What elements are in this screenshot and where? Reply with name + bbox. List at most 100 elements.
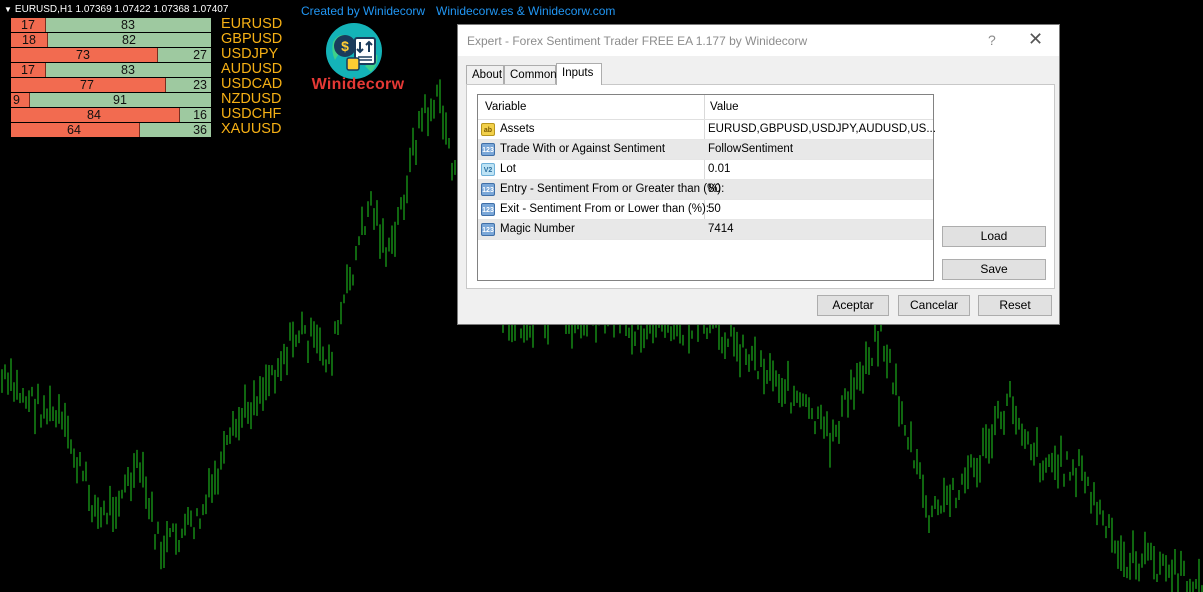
- sentiment-row: 17 83 AUDUSD: [11, 62, 282, 78]
- input-name: Lot: [500, 163, 516, 175]
- sentiment-row: 77 23 USDCAD: [11, 77, 282, 93]
- input-name: Entry - Sentiment From or Greater than (…: [500, 183, 725, 195]
- symbol-price-text: EURUSD,H1 1.07369 1.07422 1.07368 1.0740…: [14, 4, 229, 15]
- long-percent: 27: [193, 48, 207, 62]
- input-name: Assets: [500, 123, 535, 135]
- long-percent: 83: [121, 18, 135, 32]
- dialog-titlebar[interactable]: Expert - Forex Sentiment Trader FREE EA …: [458, 25, 1059, 56]
- long-bar: 83: [46, 63, 211, 77]
- logo-emblem-icon: $: [326, 23, 382, 79]
- long-bar: 82: [48, 33, 211, 47]
- long-bar: 23: [166, 78, 211, 92]
- svg-text:$: $: [341, 38, 349, 54]
- short-bar: 77: [11, 78, 166, 92]
- input-value[interactable]: 50: [708, 203, 721, 215]
- long-bar: 83: [46, 18, 211, 32]
- close-icon[interactable]: ✕: [1028, 29, 1043, 50]
- header-value[interactable]: Value: [710, 101, 739, 113]
- dialog-title: Expert - Forex Sentiment Trader FREE EA …: [467, 34, 808, 48]
- input-row[interactable]: V2 Lot 0.01: [478, 160, 933, 180]
- long-percent: 83: [121, 63, 135, 77]
- load-button[interactable]: Load: [942, 226, 1046, 247]
- cancel-button[interactable]: Cancelar: [898, 295, 970, 316]
- symbol-header: ▼ EURUSD,H1 1.07369 1.07422 1.07368 1.074…: [4, 4, 228, 16]
- input-row[interactable]: 123 Entry - Sentiment From or Greater tha…: [478, 180, 933, 200]
- input-name: Magic Number: [500, 223, 575, 235]
- short-percent: 9: [13, 93, 20, 107]
- input-row[interactable]: 123 Exit - Sentiment From or Lower than (…: [478, 200, 933, 220]
- input-value[interactable]: 7414: [708, 223, 734, 235]
- sentiment-symbol: NZDUSD: [221, 91, 282, 107]
- sentiment-row: 18 82 GBPUSD: [11, 32, 282, 48]
- help-button[interactable]: ?: [988, 32, 996, 48]
- sentiment-row: 64 36 XAUUSD: [11, 122, 281, 138]
- sentiment-symbol: USDCHF: [221, 106, 282, 122]
- sentiment-symbol: USDJPY: [221, 46, 279, 62]
- sentiment-row: 73 27 USDJPY: [11, 47, 278, 63]
- sentiment-row: 17 83 EURUSD: [11, 17, 282, 33]
- long-bar: 27: [158, 48, 211, 62]
- long-percent: 91: [113, 93, 127, 107]
- text-type-icon: ab: [481, 123, 495, 136]
- long-percent: 82: [122, 33, 136, 47]
- tab-common[interactable]: Common: [504, 65, 557, 84]
- header-variable[interactable]: Variable: [485, 101, 526, 113]
- sentiment-symbol: XAUUSD: [221, 121, 282, 137]
- short-percent: 17: [21, 63, 35, 77]
- short-bar: 18: [11, 33, 48, 47]
- tab-about[interactable]: About: [466, 65, 504, 84]
- credit-websites: Winidecorw.es & Winidecorw.com: [436, 4, 616, 18]
- sentiment-row: 84 16 USDCHF: [11, 107, 281, 123]
- input-row[interactable]: 123 Trade With or Against Sentiment Follow…: [478, 140, 933, 160]
- input-value[interactable]: EURUSD,GBPUSD,USDJPY,AUDUSD,US...: [708, 123, 936, 135]
- triangle-down-icon[interactable]: ▼: [4, 5, 12, 14]
- double-type-icon: V2: [481, 163, 495, 176]
- input-value[interactable]: FollowSentiment: [708, 143, 793, 155]
- integer-type-icon: 123: [481, 143, 495, 156]
- input-name: Exit - Sentiment From or Lower than (%):: [500, 203, 709, 215]
- sentiment-symbol: USDCAD: [221, 76, 283, 92]
- grid-header: Variable Value: [478, 95, 933, 120]
- winidecorw-logo: $ Winidecorw: [308, 20, 408, 98]
- sentiment-row: 9 91 NZDUSD: [11, 92, 281, 108]
- ok-button[interactable]: Aceptar: [817, 295, 889, 316]
- short-bar: 17: [11, 63, 46, 77]
- long-percent: 16: [193, 108, 207, 122]
- sentiment-panel: 17 83 EURUSD 18 82 GBPUSD 73 27 USDJPY 17 83 AUDUSD…: [11, 17, 282, 138]
- short-percent: 77: [80, 78, 94, 92]
- logo-text: Winidecorw: [311, 76, 405, 93]
- long-bar: 36: [140, 123, 211, 137]
- input-row[interactable]: 123 Magic Number 7414: [478, 220, 933, 240]
- save-button[interactable]: Save: [942, 259, 1046, 280]
- credit-created-by: Created by Winidecorw: [301, 4, 426, 18]
- short-bar: 17: [11, 18, 46, 32]
- long-bar: 91: [30, 93, 211, 107]
- short-percent: 64: [67, 123, 81, 137]
- input-name: Trade With or Against Sentiment: [500, 143, 666, 155]
- input-value[interactable]: 80: [708, 183, 721, 195]
- short-bar: 64: [11, 123, 140, 137]
- short-percent: 17: [21, 18, 35, 32]
- short-percent: 73: [76, 48, 90, 62]
- input-row[interactable]: ab Assets EURUSD,GBPUSD,USDJPY,AUDUSD,US..…: [478, 120, 936, 140]
- long-percent: 36: [193, 123, 207, 137]
- long-percent: 23: [193, 78, 207, 92]
- short-bar: 84: [11, 108, 180, 122]
- integer-type-icon: 123: [481, 203, 495, 216]
- sentiment-symbol: AUDUSD: [221, 61, 283, 77]
- expert-dialog: Expert - Forex Sentiment Trader FREE EA …: [457, 24, 1060, 325]
- short-bar: 73: [11, 48, 158, 62]
- input-value[interactable]: 0.01: [708, 163, 730, 175]
- integer-type-icon: 123: [481, 223, 495, 236]
- short-bar: 9: [11, 93, 30, 107]
- short-percent: 84: [87, 108, 101, 122]
- reset-button[interactable]: Reset: [978, 295, 1052, 316]
- sentiment-symbol: GBPUSD: [221, 31, 283, 47]
- sentiment-symbol: EURUSD: [221, 16, 283, 32]
- short-percent: 18: [22, 33, 36, 47]
- tab-inputs[interactable]: Inputs: [556, 63, 602, 85]
- inputs-panel: Variable Value ab Assets EURUSD,GBPUSD,USD…: [466, 84, 1055, 289]
- integer-type-icon: 123: [481, 183, 495, 196]
- inputs-grid: Variable Value ab Assets EURUSD,GBPUSD,USD…: [477, 94, 936, 281]
- long-bar: 16: [180, 108, 211, 122]
